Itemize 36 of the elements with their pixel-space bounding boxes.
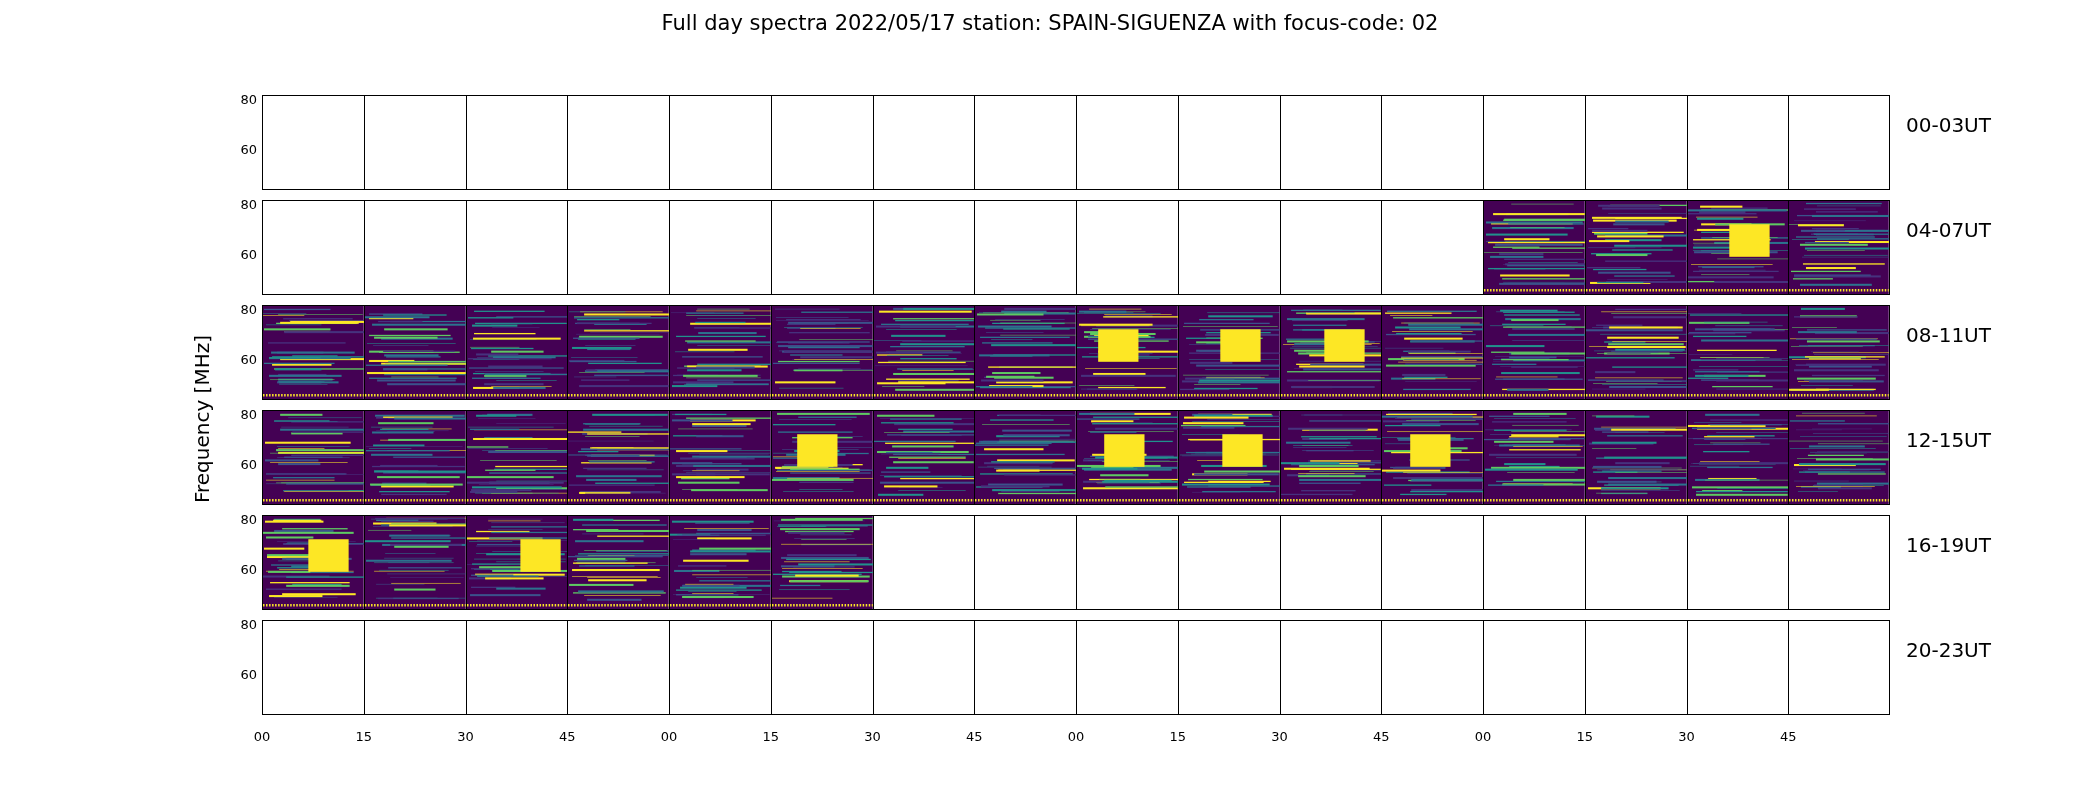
- tick-label: 45: [1373, 729, 1390, 744]
- row-label: 12-15UT: [1906, 428, 1991, 452]
- tick-label: 80: [240, 301, 257, 317]
- tick-label: 00: [253, 729, 271, 744]
- axis-label: Frequency [MHz]: [190, 335, 214, 504]
- tick-label: 80: [240, 406, 257, 422]
- tick-label: 45: [1780, 729, 1797, 744]
- tick-label: 60: [240, 246, 257, 262]
- tick-label: 80: [240, 91, 257, 107]
- tick-label: 00: [660, 729, 678, 744]
- chart-title: Full day spectra 2022/05/17 station: SPAIN-SIGUENZA with focus-code: 02: [661, 11, 1439, 35]
- tick-label: 80: [240, 511, 257, 527]
- tick-label: 45: [559, 729, 576, 744]
- tick-label: 45: [966, 729, 983, 744]
- row-label: 04-07UT: [1906, 218, 1991, 242]
- row-label: 20-23UT: [1906, 638, 1991, 662]
- tick-label: 80: [240, 196, 257, 212]
- tick-label: 80: [240, 616, 257, 632]
- tick-label: 15: [1169, 729, 1186, 744]
- tick-label: 30: [1271, 729, 1288, 744]
- row-label: 08-11UT: [1906, 323, 1991, 347]
- row-label: 16-19UT: [1906, 533, 1991, 557]
- tick-label: 60: [240, 141, 257, 157]
- tick-label: 15: [1576, 729, 1593, 744]
- tick-label: 60: [240, 351, 257, 367]
- tick-label: 30: [864, 729, 881, 744]
- tick-label: 30: [457, 729, 474, 744]
- row-label: 00-03UT: [1906, 113, 1991, 137]
- tick-label: 60: [240, 456, 257, 472]
- tick-label: 60: [240, 666, 257, 682]
- tick-label: 30: [1678, 729, 1695, 744]
- tick-label: 00: [1474, 729, 1492, 744]
- tick-label: 15: [762, 729, 779, 744]
- tick-label: 60: [240, 561, 257, 577]
- tick-label: 00: [1067, 729, 1085, 744]
- tick-label: 15: [355, 729, 372, 744]
